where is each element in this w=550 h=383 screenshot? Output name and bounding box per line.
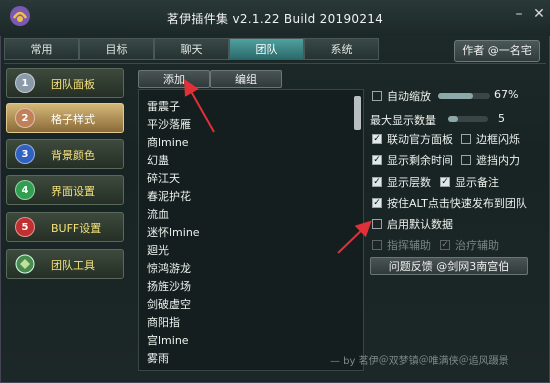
link-panel-checkbox[interactable]: ✓ xyxy=(372,134,382,144)
list-scrollbar[interactable] xyxy=(354,96,361,130)
window-title: 茗伊插件集 v2.1.22 Build 20190214 xyxy=(166,12,384,26)
number-1-icon: 1 xyxy=(15,73,35,93)
show-note-label: 显示备注 xyxy=(455,176,499,189)
footer-credits: — by 茗伊＠双梦镇＠唯满侠＠追风蹑景 xyxy=(330,356,509,367)
list-item[interactable]: 雷震子 xyxy=(147,98,180,116)
alt-click-publish-label: 按住ALT点击快速发布到团队 xyxy=(387,197,527,210)
edit-group-button[interactable]: 编组 xyxy=(210,70,282,88)
author-button[interactable]: 作者 @一名宅 xyxy=(454,40,540,62)
border-flash-label: 边框闪烁 xyxy=(476,133,520,146)
list-item[interactable]: 剑破虚空 xyxy=(147,296,191,314)
team-tools-icon xyxy=(15,254,35,274)
enable-default-data-checkbox[interactable] xyxy=(372,219,382,229)
sidebar-item-label: 团队面板 xyxy=(51,78,95,91)
number-2-icon: 2 xyxy=(15,108,35,128)
show-remaining-time-label: 显示剩余时间 xyxy=(387,154,453,167)
tab-chat[interactable]: 聊天 xyxy=(154,38,229,60)
add-button[interactable]: 添加 xyxy=(138,70,210,88)
heal-assist-label: 治疗辅助 xyxy=(455,239,499,252)
list-item[interactable]: 流血 xyxy=(147,206,169,224)
list-item[interactable]: 惊鸿游龙 xyxy=(147,260,191,278)
mask-inner-label: 遮挡内力 xyxy=(476,154,520,167)
auto-scale-label: 自动缩放 xyxy=(387,90,431,103)
auto-scale-checkbox[interactable] xyxy=(372,91,382,101)
tab-team[interactable]: 团队 xyxy=(229,38,304,60)
command-assist-checkbox[interactable] xyxy=(372,240,382,250)
minimize-icon[interactable]: – xyxy=(510,5,528,23)
tab-system[interactable]: 系统 xyxy=(304,38,379,60)
show-remaining-time-checkbox[interactable]: ✓ xyxy=(372,155,382,165)
sidebar-item-interface-settings[interactable]: 4 界面设置 xyxy=(6,175,124,205)
sidebar-item-label: BUFF设置 xyxy=(51,222,102,235)
sidebar-item-label: 团队工具 xyxy=(51,259,95,272)
show-layers-label: 显示层数 xyxy=(387,176,431,189)
alt-click-publish-checkbox[interactable]: ✓ xyxy=(372,198,382,208)
command-assist-label: 指挥辅助 xyxy=(387,239,431,252)
sidebar-item-cell-style[interactable]: 2 格子样式 xyxy=(6,103,124,133)
sidebar-item-team-panel[interactable]: 1 团队面板 xyxy=(6,68,124,98)
link-panel-label: 联动官方面板 xyxy=(387,133,453,146)
feedback-button[interactable]: 问题反馈 @剑网3南宫伯 xyxy=(370,257,528,275)
show-note-checkbox[interactable]: ✓ xyxy=(440,177,450,187)
auto-scale-value: 67% xyxy=(494,88,519,101)
close-icon[interactable]: ✕ xyxy=(530,5,548,23)
auto-scale-slider-fill xyxy=(438,93,473,99)
sidebar-item-team-tools[interactable]: 团队工具 xyxy=(6,249,124,279)
list-item[interactable]: 商lmine xyxy=(147,134,189,152)
list-item[interactable]: 碎江天 xyxy=(147,170,180,188)
heal-assist-checkbox[interactable]: ✓ xyxy=(440,240,450,250)
sidebar-item-label: 界面设置 xyxy=(51,185,95,198)
mask-inner-checkbox[interactable] xyxy=(461,155,471,165)
number-4-icon: 4 xyxy=(15,180,35,200)
list-item[interactable]: 平沙落雁 xyxy=(147,116,191,134)
sidebar-item-buff-settings[interactable]: 5 BUFF设置 xyxy=(6,212,124,242)
number-5-icon: 5 xyxy=(15,217,35,237)
list-item[interactable]: 扬旌沙场 xyxy=(147,278,191,296)
max-display-label: 最大显示数量 xyxy=(370,114,436,127)
sidebar-item-label: 背景颜色 xyxy=(51,149,95,162)
list-item[interactable]: 雾雨 xyxy=(147,350,169,368)
tab-divider xyxy=(4,63,546,64)
list-item[interactable]: 幻蛊 xyxy=(147,152,169,170)
list-item[interactable]: 商阳指 xyxy=(147,314,180,332)
tab-target[interactable]: 目标 xyxy=(79,38,154,60)
list-item[interactable]: 廻光 xyxy=(147,242,169,260)
list-item[interactable]: 春泥护花 xyxy=(147,188,191,206)
buff-list[interactable]: 雷震子 平沙落雁 商lmine 幻蛊 碎江天 春泥护花 流血 迷怀lmine 廻… xyxy=(138,89,364,371)
show-layers-checkbox[interactable]: ✓ xyxy=(372,177,382,187)
border-flash-checkbox[interactable] xyxy=(461,134,471,144)
tab-common[interactable]: 常用 xyxy=(4,38,79,60)
number-3-icon: 3 xyxy=(15,144,35,164)
enable-default-data-label: 启用默认数据 xyxy=(387,218,453,231)
sidebar-item-label: 格子样式 xyxy=(51,113,95,126)
list-item[interactable]: 宫lmine xyxy=(147,332,189,350)
max-display-value: 5 xyxy=(498,112,505,125)
sidebar-item-background-color[interactable]: 3 背景颜色 xyxy=(6,139,124,169)
max-display-slider-fill xyxy=(448,116,458,122)
list-item[interactable]: 迷怀lmine xyxy=(147,224,200,242)
